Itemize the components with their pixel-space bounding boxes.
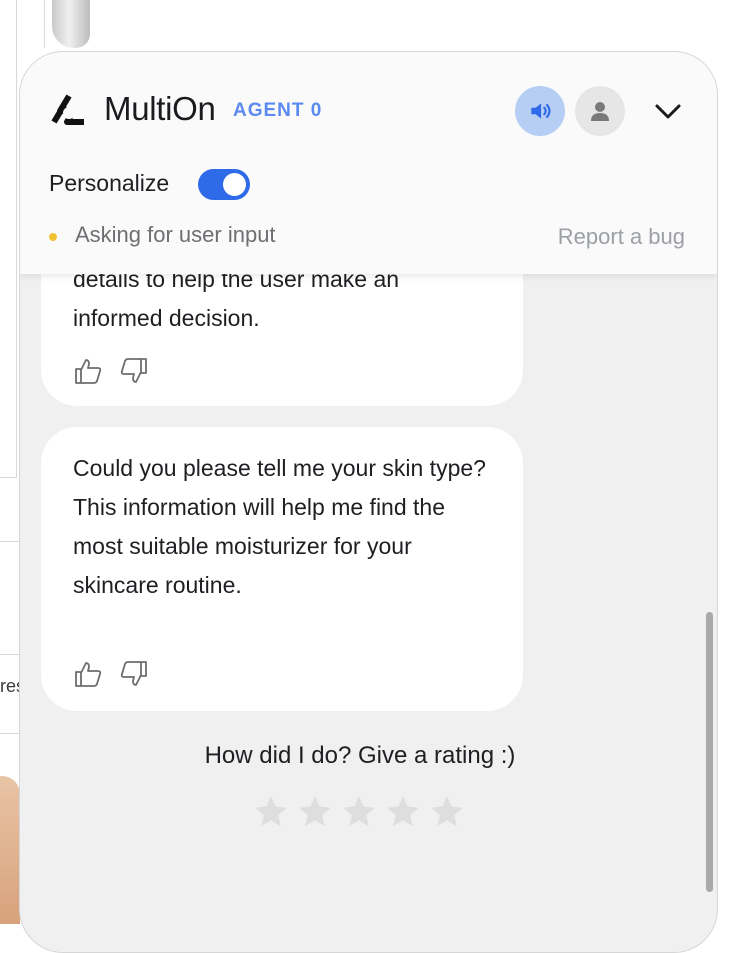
agent-label: AGENT 0	[233, 100, 323, 121]
personalize-toggle[interactable]	[198, 169, 250, 200]
background-product-image	[0, 776, 20, 924]
background-divider	[0, 541, 20, 542]
voice-toggle-button[interactable]	[515, 86, 565, 136]
background-divider	[0, 733, 20, 734]
star-icon[interactable]	[252, 793, 290, 831]
message-feedback	[73, 659, 149, 689]
background-divider	[0, 654, 20, 655]
star-icon[interactable]	[428, 793, 466, 831]
star-rating	[252, 793, 466, 831]
speaker-icon	[531, 103, 551, 119]
background-divider	[16, 0, 17, 478]
thumbs-down-icon[interactable]	[119, 659, 149, 689]
background-divider	[0, 477, 16, 478]
message-text: Could you please tell me your skin type?…	[73, 455, 486, 598]
star-icon[interactable]	[296, 793, 334, 831]
brand-name: MultiOn	[104, 90, 216, 127]
widget-header: MultiOn AGENT 0 Personalize Asking for u…	[20, 52, 717, 274]
chat-scrollbar[interactable]	[706, 612, 713, 892]
user-icon	[591, 102, 609, 121]
star-icon[interactable]	[340, 793, 378, 831]
status-indicator-dot	[49, 233, 57, 241]
star-icon[interactable]	[384, 793, 422, 831]
personalize-label: Personalize	[49, 170, 170, 196]
thumbs-up-icon[interactable]	[73, 659, 103, 689]
toggle-knob	[223, 173, 246, 196]
chevron-down-icon	[655, 104, 681, 119]
user-profile-button[interactable]	[575, 86, 625, 136]
background-product-image	[52, 0, 90, 48]
multion-widget: MultiOn AGENT 0 Personalize Asking for u…	[19, 51, 718, 953]
chat-message: Could you please tell me your skin type?…	[41, 427, 523, 711]
report-bug-link[interactable]: Report a bug	[558, 224, 685, 250]
thumbs-down-icon[interactable]	[119, 356, 149, 386]
multion-logo-icon	[51, 94, 84, 125]
background-divider	[44, 0, 45, 48]
message-feedback	[73, 356, 149, 386]
collapse-button[interactable]	[643, 86, 693, 136]
status-text: Asking for user input	[75, 222, 276, 247]
rating-prompt: How did I do? Give a rating :)	[204, 742, 516, 769]
thumbs-up-icon[interactable]	[73, 356, 103, 386]
background-text-fragment: res	[0, 676, 20, 696]
